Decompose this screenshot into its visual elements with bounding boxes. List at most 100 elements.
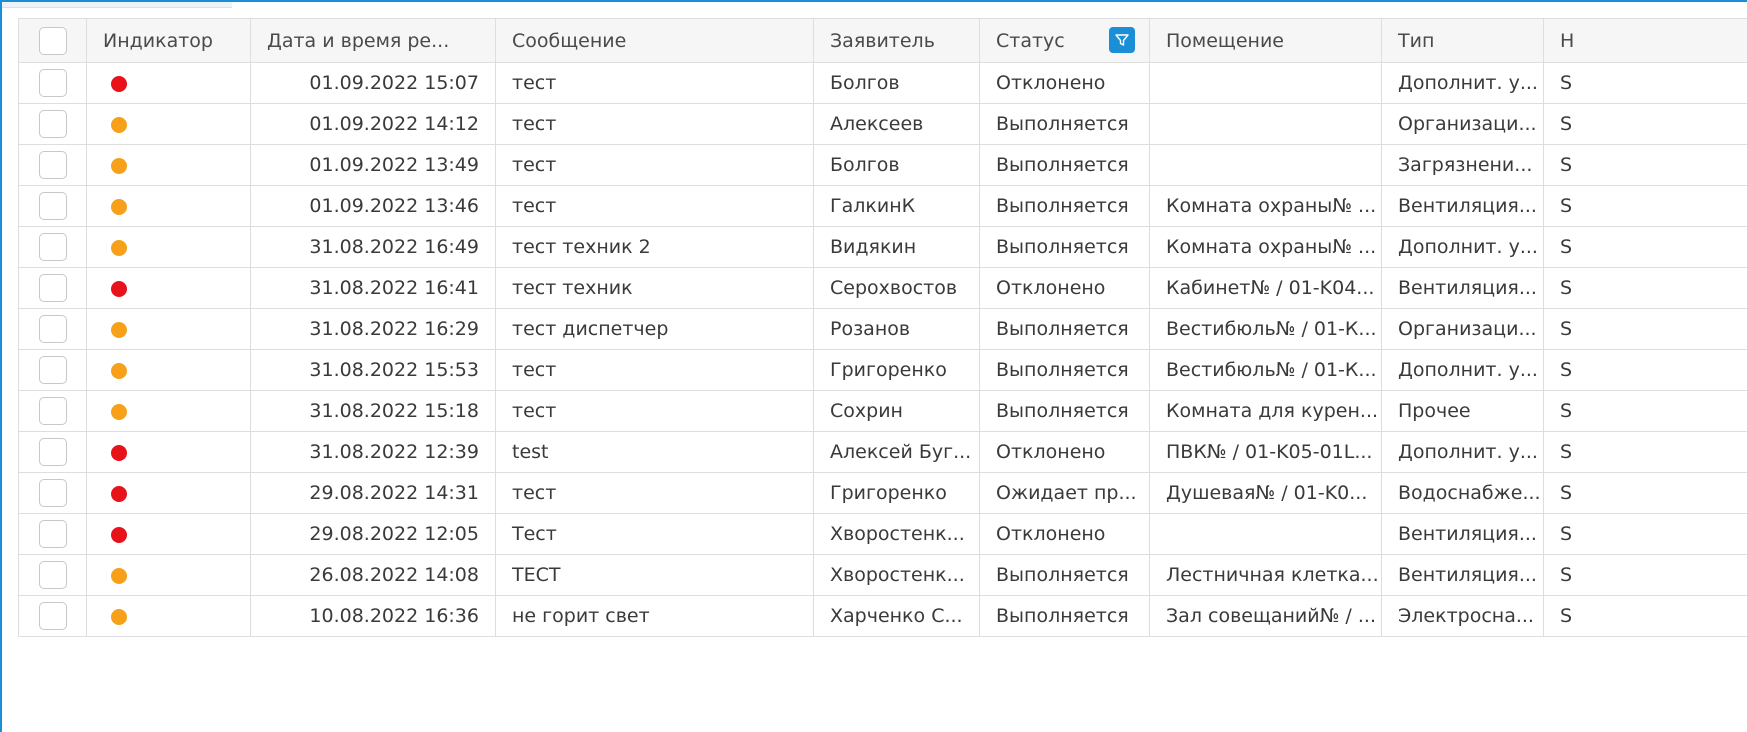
room-link-cell[interactable]: Лестничная клетка... (1149, 554, 1382, 596)
status-cell: Выполняется (979, 349, 1150, 391)
row-select-cell[interactable] (18, 513, 87, 555)
extra-cell: S (1543, 308, 1747, 350)
table-row[interactable]: 01.09.2022 15:07 тест Болгов Отклонено Допол… (18, 62, 1747, 104)
table-row[interactable]: 31.08.2022 12:39 test Алексей Буг... Отклон… (18, 431, 1747, 473)
column-header-indicator[interactable]: Индикатор (86, 18, 251, 63)
datetime-cell: 10.08.2022 16:36 (250, 595, 496, 637)
message-cell: ТЕСТ (495, 554, 814, 596)
row-checkbox[interactable] (38, 151, 67, 179)
extra-cell: S (1543, 554, 1747, 596)
table-row[interactable]: 10.08.2022 16:36 не горит свет Харченко С.… (18, 595, 1747, 637)
room-link-cell[interactable]: Вестибюль№ / 01-К... (1149, 308, 1382, 350)
indicator-cell (86, 185, 251, 227)
select-all-checkbox[interactable] (38, 26, 67, 55)
room-link-cell[interactable]: Комната для курен... (1149, 390, 1382, 432)
type-cell: Дополнит. у... (1381, 349, 1544, 391)
table-row[interactable]: 26.08.2022 14:08 ТЕСТ Хворостенк... Выполня… (18, 554, 1747, 596)
type-cell: Организаци... (1381, 103, 1544, 145)
row-select-cell[interactable] (18, 595, 87, 637)
table-header-row: Индикатор Дата и время ре... Сообщение З… (18, 18, 1747, 63)
room-link-cell[interactable]: Комната охраны№ ... (1149, 185, 1382, 227)
row-select-cell[interactable] (18, 349, 87, 391)
column-header-message[interactable]: Сообщение (495, 18, 814, 63)
row-select-cell[interactable] (18, 103, 87, 145)
top-tab-strip (2, 2, 232, 8)
table-row[interactable]: 31.08.2022 16:29 тест диспетчер Розанов Вып… (18, 308, 1747, 350)
indicator-cell (86, 226, 251, 268)
room-link-cell[interactable]: Зал совещаний№ / ... (1149, 595, 1382, 637)
indicator-cell (86, 513, 251, 555)
row-checkbox[interactable] (38, 438, 67, 466)
row-checkbox[interactable] (38, 520, 67, 548)
applicant-cell: Видякин (813, 226, 980, 268)
status-indicator-dot-icon (111, 116, 127, 133)
row-select-cell[interactable] (18, 554, 87, 596)
column-header-extra[interactable]: Н (1543, 18, 1747, 63)
row-select-cell[interactable] (18, 308, 87, 350)
indicator-cell (86, 62, 251, 104)
row-select-cell[interactable] (18, 431, 87, 473)
status-indicator-dot-icon (111, 198, 127, 215)
status-cell: Отклонено (979, 62, 1150, 104)
room-link-cell[interactable]: Душевая№ / 01-K0... (1149, 472, 1382, 514)
column-header-applicant[interactable]: Заявитель (813, 18, 980, 63)
table-row[interactable]: 29.08.2022 14:31 тест Григоренко Ожидает пр… (18, 472, 1747, 514)
row-checkbox[interactable] (38, 69, 67, 97)
table-row[interactable]: 31.08.2022 16:49 тест техник 2 Видякин Выпо… (18, 226, 1747, 268)
column-header-datetime[interactable]: Дата и время ре... (250, 18, 496, 63)
row-checkbox[interactable] (38, 110, 67, 138)
row-checkbox[interactable] (38, 479, 67, 507)
row-select-cell[interactable] (18, 267, 87, 309)
status-indicator-dot-icon (111, 608, 127, 625)
row-checkbox[interactable] (38, 192, 67, 220)
table-row[interactable]: 29.08.2022 12:05 Тест Хворостенк... Отклоне… (18, 513, 1747, 555)
table-row[interactable]: 31.08.2022 15:18 тест Сохрин Выполняется Ком… (18, 390, 1747, 432)
table-row[interactable]: 31.08.2022 16:41 тест техник Серохвостов От… (18, 267, 1747, 309)
applicant-cell: Алексей Буг... (813, 431, 980, 473)
row-select-cell[interactable] (18, 185, 87, 227)
applicant-cell: Розанов (813, 308, 980, 350)
table-row[interactable]: 01.09.2022 13:46 тест ГалкинК Выполняется Ко… (18, 185, 1747, 227)
filter-icon[interactable] (1109, 27, 1135, 53)
extra-cell: S (1543, 226, 1747, 268)
table-row[interactable]: 31.08.2022 15:53 тест Григоренко Выполняетс… (18, 349, 1747, 391)
row-select-cell[interactable] (18, 226, 87, 268)
applicant-cell: Болгов (813, 62, 980, 104)
status-indicator-dot-icon (111, 403, 127, 420)
column-header-type[interactable]: Тип (1381, 18, 1544, 63)
table-row[interactable]: 01.09.2022 14:12 тест Алексеев Выполняется О… (18, 103, 1747, 145)
row-checkbox[interactable] (38, 561, 67, 589)
room-link-cell[interactable]: Вестибюль№ / 01-К... (1149, 349, 1382, 391)
applicant-cell: Хворостенк... (813, 554, 980, 596)
datetime-cell: 31.08.2022 15:53 (250, 349, 496, 391)
row-checkbox[interactable] (38, 356, 67, 384)
row-select-cell[interactable] (18, 62, 87, 104)
column-header-status[interactable]: Статус (979, 18, 1150, 63)
applicant-cell: Сохрин (813, 390, 980, 432)
datetime-cell: 31.08.2022 16:29 (250, 308, 496, 350)
row-select-cell[interactable] (18, 390, 87, 432)
row-checkbox[interactable] (38, 315, 67, 343)
row-checkbox[interactable] (38, 233, 67, 261)
applicant-cell: Харченко С... (813, 595, 980, 637)
message-cell: тест техник 2 (495, 226, 814, 268)
type-cell: Вентиляция... (1381, 513, 1544, 555)
table-row[interactable]: 01.09.2022 13:49 тест Болгов Выполняется Заг… (18, 144, 1747, 186)
datetime-cell: 01.09.2022 14:12 (250, 103, 496, 145)
indicator-cell (86, 431, 251, 473)
row-select-cell[interactable] (18, 472, 87, 514)
type-cell: Вентиляция... (1381, 185, 1544, 227)
indicator-cell (86, 390, 251, 432)
row-checkbox[interactable] (38, 397, 67, 425)
select-all-header[interactable] (18, 18, 87, 63)
room-link-cell[interactable]: Кабинет№ / 01-K04... (1149, 267, 1382, 309)
applicant-cell: Болгов (813, 144, 980, 186)
row-select-cell[interactable] (18, 144, 87, 186)
row-checkbox[interactable] (38, 602, 67, 630)
type-cell: Водоснабже... (1381, 472, 1544, 514)
row-checkbox[interactable] (38, 274, 67, 302)
datetime-cell: 29.08.2022 12:05 (250, 513, 496, 555)
column-header-room[interactable]: Помещение (1149, 18, 1382, 63)
room-link-cell[interactable]: Комната охраны№ ... (1149, 226, 1382, 268)
room-link-cell[interactable]: ПВК№ / 01-K05-01L... (1149, 431, 1382, 473)
